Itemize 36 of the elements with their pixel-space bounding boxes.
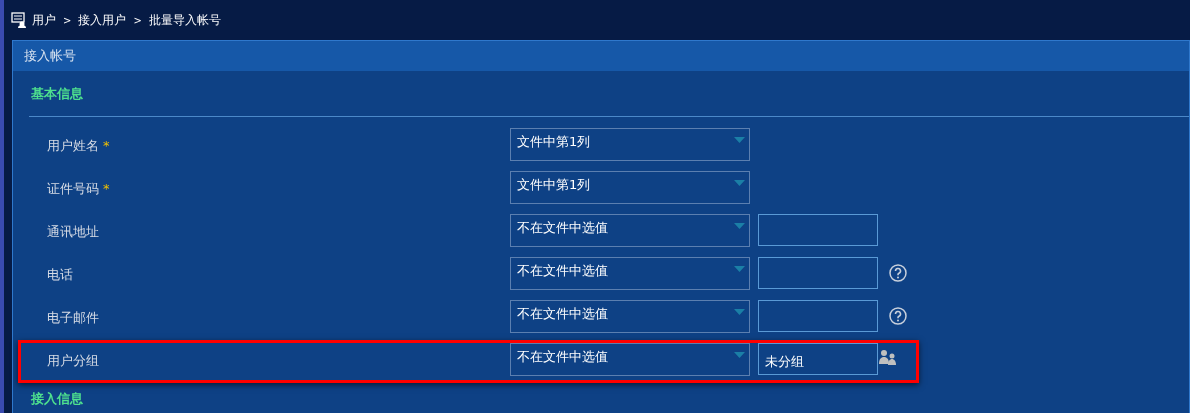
column-select[interactable]: 不在文件中选值: [510, 257, 750, 290]
column-select[interactable]: 文件中第1列: [510, 171, 750, 204]
text-field[interactable]: [758, 214, 878, 246]
breadcrumb-separator: >: [63, 13, 72, 28]
caret-icon: [734, 137, 745, 143]
help-icon[interactable]: [889, 307, 907, 325]
users-icon[interactable]: [879, 349, 897, 365]
section-title: 接入信息: [30, 390, 83, 409]
text-field[interactable]: [758, 300, 878, 332]
text-field[interactable]: [758, 257, 878, 289]
column-select[interactable]: 文件中第1列: [510, 128, 750, 161]
column-select[interactable]: 不在文件中选值: [510, 300, 750, 333]
field-label: 用户姓名: [47, 137, 99, 155]
user-terminal-icon: [11, 12, 27, 28]
caret-icon: [734, 223, 745, 229]
column-select[interactable]: 不在文件中选值: [510, 214, 750, 247]
column-select[interactable]: 不在文件中选值: [510, 343, 750, 376]
field-label: 电子邮件: [47, 309, 99, 327]
breadcrumb-separator: >: [133, 13, 142, 28]
section-title: 基本信息: [30, 84, 83, 103]
field-label: 用户分组: [47, 352, 99, 370]
breadcrumb-item[interactable]: 接入用户: [78, 11, 127, 29]
required-mark: *: [103, 137, 110, 155]
caret-icon: [734, 309, 745, 315]
caret-icon: [734, 352, 745, 358]
text-field[interactable]: 未分组: [758, 343, 878, 375]
required-mark: *: [103, 180, 110, 198]
help-icon[interactable]: [889, 264, 907, 282]
breadcrumb-item[interactable]: 用户: [32, 11, 56, 29]
field-label: 电话: [47, 266, 73, 284]
caret-icon: [734, 266, 745, 272]
breadcrumb-item[interactable]: 批量导入帐号: [148, 11, 221, 29]
panel-title: 接入帐号: [24, 47, 76, 66]
caret-icon: [734, 180, 745, 186]
field-label: 通讯地址: [47, 223, 99, 241]
field-label: 证件号码: [47, 180, 99, 198]
